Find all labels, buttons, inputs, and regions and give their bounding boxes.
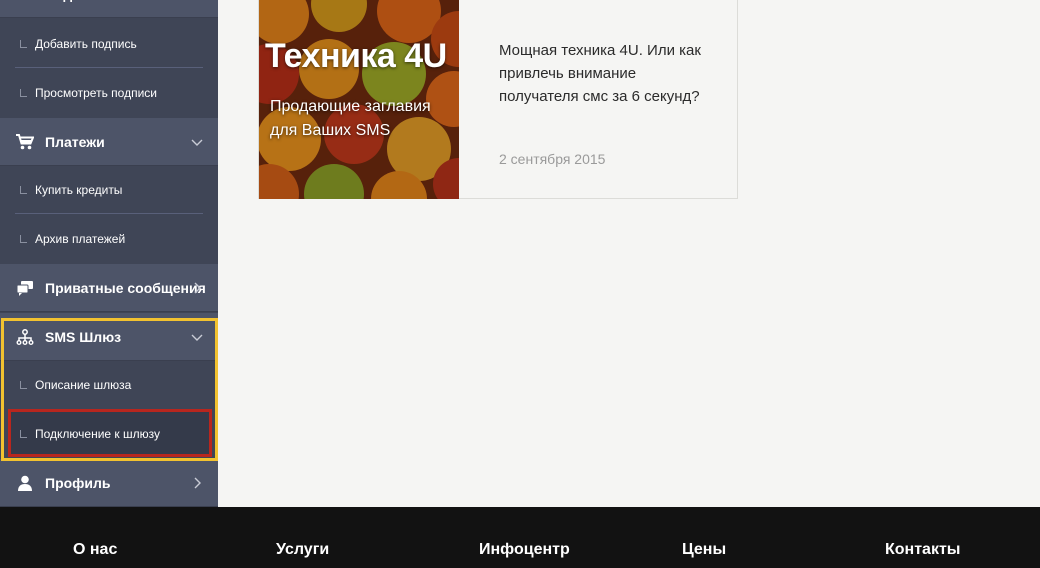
sidebar-item-view-signatures[interactable]: Просмотреть подписи — [0, 69, 218, 117]
tree-branch-icon — [20, 40, 27, 48]
divider — [15, 213, 203, 214]
sidebar-item-label: Купить кредиты — [35, 183, 123, 197]
tree-branch-icon — [20, 89, 27, 97]
article-title-link[interactable]: Мощная техника 4U. Или как привлечь вним… — [499, 39, 719, 108]
chevron-down-icon — [190, 135, 204, 149]
article-image-subtitle: Продающие заглавия для Ваших SMS — [270, 98, 431, 139]
sidebar-item-buy-credits[interactable]: Купить кредиты — [0, 166, 218, 214]
article-date: 2 сентября 2015 — [499, 151, 606, 167]
footer-link-about[interactable]: О нас — [73, 541, 117, 559]
divider — [15, 67, 203, 68]
cart-icon — [16, 134, 35, 150]
sidebar-section-private-messages-label: Приватные сообщения — [45, 280, 206, 296]
highlight-box-red — [8, 409, 212, 457]
sidebar-item-label: Просмотреть подписи — [35, 86, 157, 100]
sidebar-section-private-messages[interactable]: Приватные сообщения — [0, 264, 218, 312]
sidebar-section-profile[interactable]: Профиль — [0, 459, 218, 507]
chat-bubbles-icon — [16, 280, 34, 296]
sidebar-section-payments-label: Платежи — [45, 134, 105, 150]
sidebar-item-add-signature[interactable]: Добавить подпись — [0, 20, 218, 68]
sidebar-section-payments[interactable]: Платежи — [0, 118, 218, 166]
article-image[interactable]: Техника 4U Продающие заглавия для Ваших … — [259, 0, 459, 199]
sidebar-item-payments-archive[interactable]: Архив платежей — [0, 215, 218, 263]
footer: О нас Услуги Инфоцентр Цены Контакты — [0, 507, 1040, 568]
sidebar-item-label: Добавить подпись — [35, 37, 137, 51]
sidebar-section-signatures[interactable]: Подписи — [0, 0, 218, 18]
tree-branch-icon — [20, 186, 27, 194]
chevron-right-icon — [190, 476, 204, 490]
article-image-title: Техника 4U — [265, 37, 447, 75]
user-icon — [16, 475, 34, 491]
article-card[interactable]: Техника 4U Продающие заглавия для Ваших … — [258, 0, 738, 199]
chevron-right-icon — [190, 281, 204, 295]
tree-branch-icon — [20, 235, 27, 243]
footer-link-infocenter[interactable]: Инфоцентр — [479, 541, 570, 559]
sidebar-section-profile-label: Профиль — [45, 475, 111, 491]
sidebar-item-label: Архив платежей — [35, 232, 126, 246]
footer-link-prices[interactable]: Цены — [682, 541, 726, 559]
footer-link-contacts[interactable]: Контакты — [885, 541, 960, 559]
sidebar-section-signatures-label: Подписи — [45, 0, 106, 18]
footer-link-services[interactable]: Услуги — [276, 541, 329, 559]
